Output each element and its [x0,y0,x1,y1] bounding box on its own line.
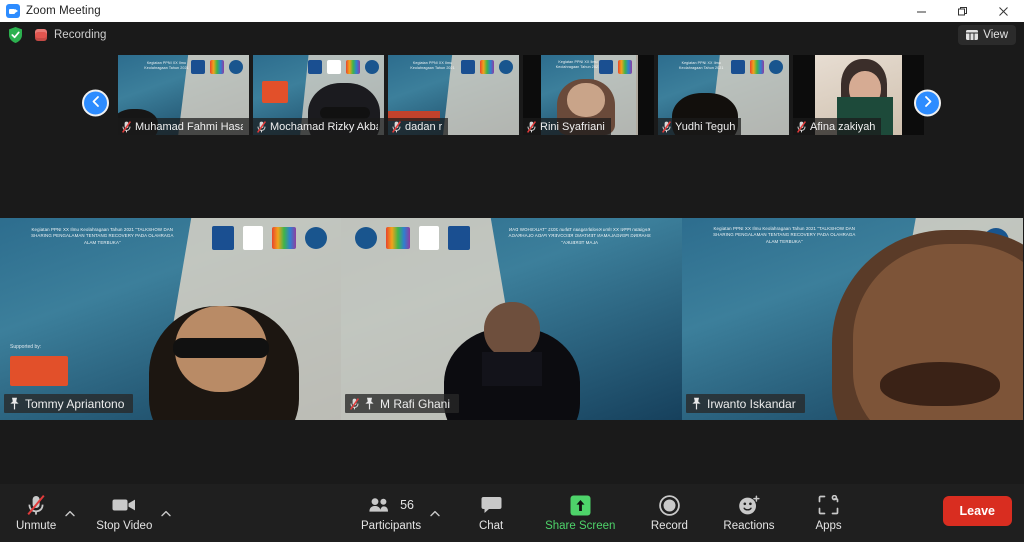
video-grid: Kegiatan PPNI XX Ilmu Keolahragaan Tahun… [0,218,1024,420]
zoom-logo-icon [6,4,20,18]
record-circle-icon [659,494,680,516]
thumbnail-name-badge: Rini Syafriani [523,118,611,135]
thumbnail-tile[interactable]: Kegiatan PPNI XX Ilmu Keolahragaan Tahun… [658,55,789,135]
mic-muted-icon [257,120,266,133]
window-titlebar: Zoom Meeting [0,0,1024,22]
thumbnail-tile[interactable]: Mochamad Rizky Akbari [253,55,384,135]
maximize-button[interactable] [942,0,983,22]
close-button[interactable] [983,0,1024,22]
thumbnail-next-button[interactable] [914,89,941,117]
recording-indicator-icon [35,29,47,41]
thumbnail-name: Yudhi Teguh [675,120,736,133]
recording-indicator[interactable]: Recording [35,29,106,41]
mic-muted-icon [797,120,806,133]
people-icon: 56 [368,494,414,516]
video-tile-name-badge: Tommy Apriantono [4,394,134,413]
participants-count: 56 [400,498,414,512]
stop-video-label: Stop Video [96,520,153,532]
mic-muted-icon [122,120,131,133]
view-button[interactable]: View [958,25,1016,45]
apps-label: Apps [815,520,842,532]
video-tile[interactable]: Kegiatan PPNI XX Ilmu Keolahragaan Tahun… [341,218,682,420]
unmute-button[interactable]: Unmute [10,491,62,532]
meeting-toolbar: Unmute Stop Video 56 Participants Chat S… [0,484,1024,542]
participant-thumbnail-strip: Kegiatan PPNI XX Ilmu Keolahragaan Tahun… [0,55,1024,151]
reactions-button[interactable]: Reactions [717,491,780,532]
mic-muted-icon [392,120,401,133]
thumbnail-name-badge: Yudhi Teguh [658,118,742,135]
window-controls [901,0,1024,22]
audio-options-caret[interactable] [62,497,78,527]
share-screen-button[interactable]: Share Screen [539,491,621,532]
chevron-up-icon [65,504,75,522]
participants-options-caret[interactable] [427,497,443,527]
video-tile-name: Irwanto Iskandar [707,396,796,411]
thumbnail-name: Mochamad Rizky Akbari [270,120,378,133]
thumbnail-tile[interactable]: Kegiatan PPNI XX Ilmu Keolahragaan Tahun… [118,55,249,135]
share-screen-icon [570,494,591,516]
minimize-button[interactable] [901,0,942,22]
apps-button[interactable]: Apps [803,491,855,532]
pin-icon [9,397,20,410]
reactions-smiley-icon [738,494,760,516]
participants-label: Participants [361,520,422,532]
stop-video-button[interactable]: Stop Video [90,491,158,532]
virtual-background: Kegiatan PPNI XX Ilmu Keolahragaan Tahun… [341,218,682,420]
camera-icon [112,494,136,516]
video-tile-name: M Rafi Ghani [380,396,451,411]
reactions-label: Reactions [723,520,775,532]
mic-muted-icon [349,397,360,410]
thumbnail-tile[interactable]: Afina zakiyah [793,55,924,135]
thumbnail-name: Rini Syafriani [540,120,605,133]
chevron-up-icon [161,504,172,522]
thumbnail-name-badge: Muhamad Fahmi Hasan [118,118,249,135]
participants-button[interactable]: 56 Participants [355,491,427,532]
thumbnail-name: dadan r [405,120,443,133]
thumbnail-name-badge: dadan r [388,118,449,135]
thumbnail-name-badge: Afina zakiyah [793,118,882,135]
thumbnail-tile[interactable]: Kegiatan PPNI XX Ilmu Keolahragaan Tahun… [523,55,654,135]
thumbnail-tile[interactable]: Kegiatan PPNI XX Ilmu Keolahragaan Tahun… [388,55,519,135]
leave-button[interactable]: Leave [942,496,1012,526]
chevron-right-icon [922,94,934,112]
chat-label: Chat [478,520,504,532]
thumbnail-list: Kegiatan PPNI XX Ilmu Keolahragaan Tahun… [118,55,924,135]
toolbar-center-group: 56 Participants Chat Share Screen Record… [355,491,855,532]
titlebar-left: Zoom Meeting [0,4,101,18]
window-title: Zoom Meeting [26,5,101,17]
video-options-caret[interactable] [158,497,174,527]
pin-icon [691,397,702,410]
mic-muted-icon [662,120,671,133]
chevron-up-icon [430,504,440,522]
thumbnail-name: Muhamad Fahmi Hasan [135,120,243,133]
share-screen-label: Share Screen [545,520,616,532]
chevron-left-icon [90,94,102,112]
thumbnail-name: Afina zakiyah [810,120,876,133]
video-tile[interactable]: Kegiatan PPNI XX Ilmu Keolahragaan Tahun… [0,218,341,420]
chat-button[interactable]: Chat [465,491,517,532]
unmute-label: Unmute [16,520,57,532]
record-label: Record [650,520,688,532]
recording-label: Recording [54,29,107,41]
pin-icon [364,397,375,410]
grid-view-icon [966,30,979,40]
mic-muted-icon [527,120,536,133]
mic-muted-icon [26,494,46,516]
virtual-background: Kegiatan PPNI XX Ilmu Keolahragaan Tahun… [0,218,341,420]
video-tile-name-badge: M Rafi Ghani [345,394,460,413]
chat-bubble-icon [481,494,502,516]
video-tile-name-badge: Irwanto Iskandar [686,394,805,413]
meeting-status-bar: Recording View [0,22,1024,48]
thumbnail-prev-button[interactable] [82,89,109,117]
record-button[interactable]: Record [643,491,695,532]
virtual-background: Kegiatan PPNI XX Ilmu Keolahragaan Tahun… [682,218,1023,420]
thumbnail-name-badge: Mochamad Rizky Akbari [253,118,384,135]
apps-icon [818,494,839,516]
video-tile-name: Tommy Apriantono [25,396,125,411]
toolbar-left-group: Unmute Stop Video [10,491,174,532]
view-label: View [983,29,1008,41]
green-shield-check-icon[interactable] [7,26,24,44]
video-tile-active-speaker[interactable]: Kegiatan PPNI XX Ilmu Keolahragaan Tahun… [682,218,1023,420]
